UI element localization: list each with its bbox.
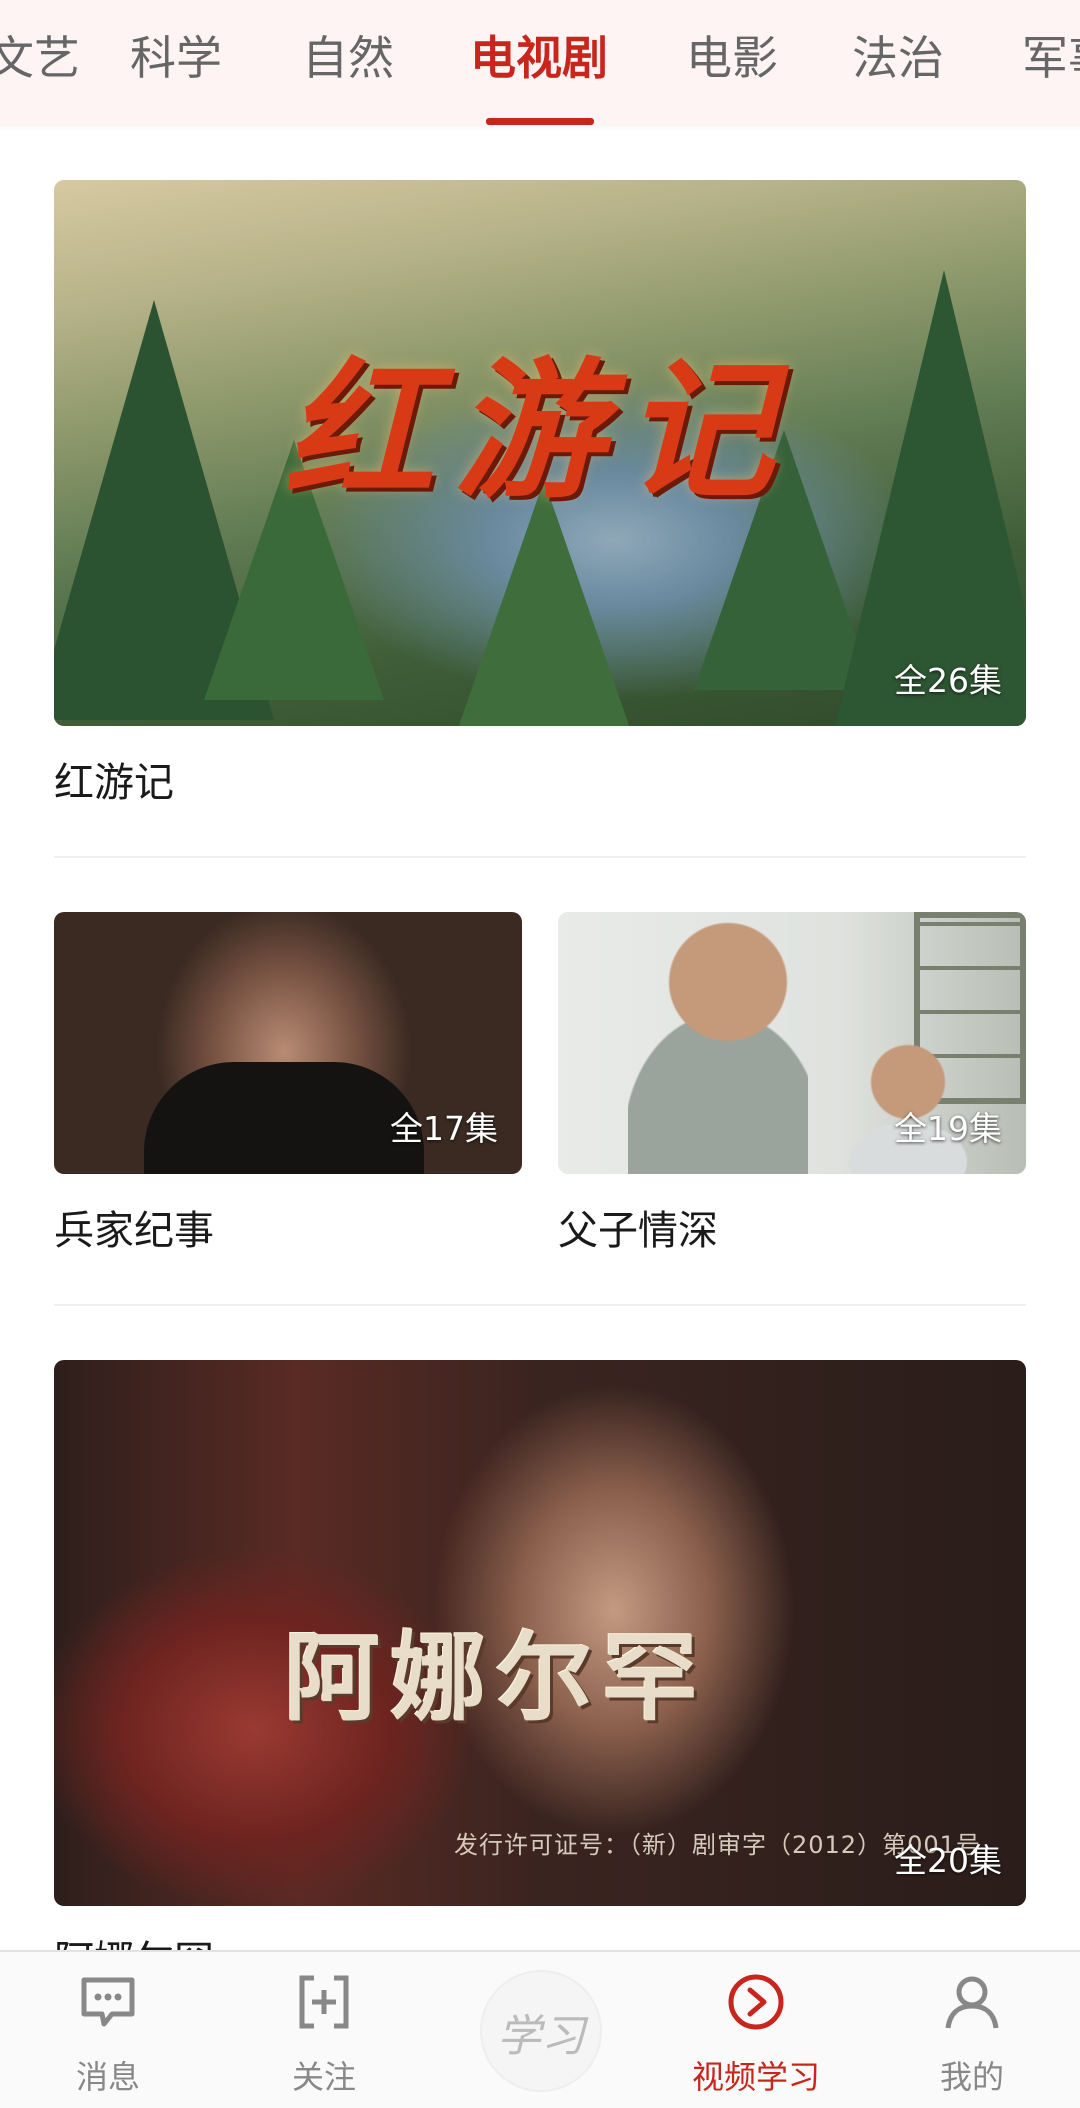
poster-title-art: 阿娜尔罕 (284, 1621, 708, 1734)
follow-icon (299, 1975, 349, 2029)
nav-label: 我的 (939, 2058, 1004, 2096)
tab-fazhi[interactable]: 法治 (852, 22, 944, 88)
tab-ziran[interactable]: 自然 (302, 22, 394, 88)
video-thumbnail-hongyouji[interactable]: 红游记 全26集 (54, 180, 1026, 726)
episode-count-badge: 全20集 (894, 1841, 1002, 1880)
figure-shape (628, 912, 808, 1174)
video-thumbnail-fuziqingshen[interactable]: 全19集 (558, 912, 1026, 1174)
nav-label: 视频学习 (691, 2058, 820, 2096)
episode-count-badge: 全26集 (894, 661, 1002, 700)
tab-junshi[interactable]: 军事 (1022, 22, 1080, 88)
bottom-navigation: 消息 关注 学习 视频学习 我的 (0, 1950, 1080, 2108)
video-title-bingjiajishi[interactable]: 兵家纪事 (54, 1198, 214, 1256)
episode-count-badge: 全19集 (894, 1109, 1002, 1148)
profile-icon (945, 1976, 999, 2029)
divider (54, 1304, 1026, 1306)
video-title-hongyouji[interactable]: 红游记 (54, 750, 174, 808)
nav-video-learning[interactable]: 视频学习 (648, 1952, 864, 2108)
nav-profile[interactable]: 我的 (864, 1952, 1080, 2108)
nav-xuexi-home[interactable]: 学习 (432, 1952, 648, 2108)
category-tab-bar: 文艺 科学 自然 电视剧 电影 法治 军事 (0, 0, 1080, 126)
divider (54, 856, 1026, 858)
poster-title-art: 红游记 (284, 343, 795, 519)
video-title-fuziqingshen[interactable]: 父子情深 (558, 1198, 718, 1256)
tab-wenyi[interactable]: 文艺 (0, 22, 80, 88)
nav-messages[interactable]: 消息 (0, 1952, 216, 2108)
figure-shape (144, 1062, 424, 1174)
episode-count-badge: 全17集 (390, 1109, 498, 1148)
video-play-icon (728, 1974, 784, 2030)
tab-tv-series[interactable]: 电视剧 (470, 22, 608, 88)
xuexi-logo-text: 学习 (497, 2011, 585, 2062)
tab-movie[interactable]: 电影 (686, 22, 778, 88)
video-thumbnail-bingjiajishi[interactable]: 全17集 (54, 912, 522, 1174)
nav-label: 关注 (291, 2058, 356, 2096)
message-icon (81, 1977, 135, 2027)
video-thumbnail-anaerhan[interactable]: 阿娜尔罕 发行许可证号：（新）剧审字（2012）第001号 全20集 (54, 1360, 1026, 1906)
xuexi-logo-icon: 学习 (480, 1970, 602, 2092)
active-tab-indicator (486, 118, 594, 125)
tab-kexue[interactable]: 科学 (130, 22, 222, 88)
nav-follow[interactable]: 关注 (216, 1952, 432, 2108)
nav-label: 消息 (75, 2058, 140, 2096)
